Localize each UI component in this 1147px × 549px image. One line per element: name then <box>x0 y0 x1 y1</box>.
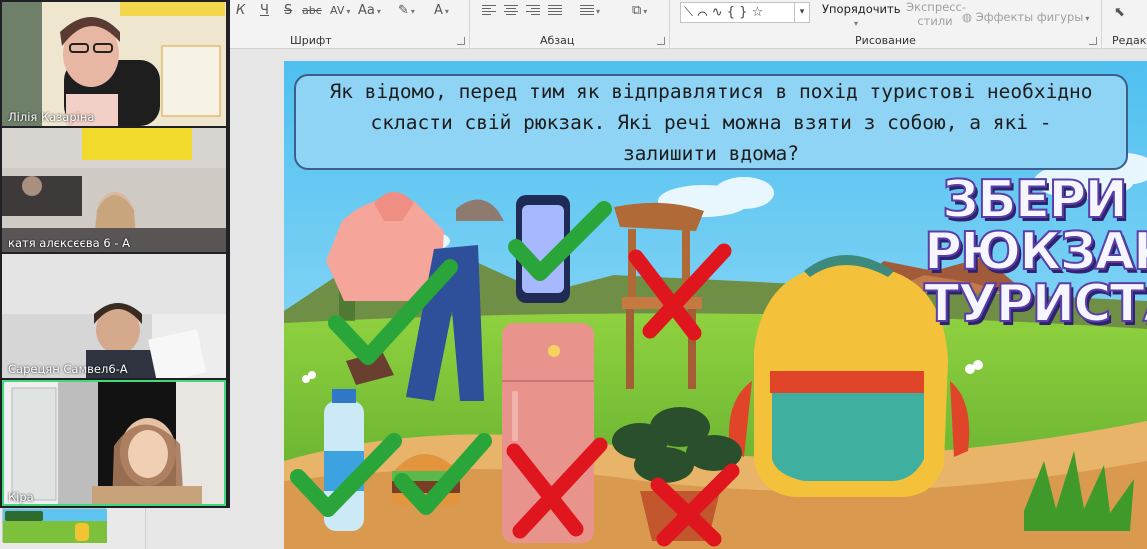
participant-video <box>2 2 226 126</box>
shape-arc-icon[interactable]: ⌒ <box>697 5 707 20</box>
align-right-icon <box>526 4 540 17</box>
align-right-button[interactable] <box>526 2 540 20</box>
shape-brace-right-icon[interactable]: } <box>739 5 747 20</box>
font-group-label: Шрифт <box>290 34 332 47</box>
shape-star-icon[interactable]: ☆ <box>752 5 764 20</box>
video-call-panel: Лілія Казаріна катя алєксєєва 6 - А Саре… <box>0 0 230 508</box>
participant-name: Сарецян Самвел6-А <box>8 362 128 376</box>
select-cursor-icon[interactable]: ⬉ <box>1114 4 1125 22</box>
drawing-group-label: Рисование <box>855 34 916 47</box>
align-left-icon <box>482 4 496 17</box>
italic-button[interactable]: К <box>236 2 245 20</box>
shape-effects-label: Эффекты фигуры <box>975 10 1084 24</box>
align-center-button[interactable] <box>504 2 518 20</box>
shadow-button[interactable]: abc <box>302 2 322 20</box>
paragraph-dialog-launcher-icon[interactable] <box>657 37 665 45</box>
slide-title[interactable]: ЗБЕРИ РЮКЗАК ТУРИСТА <box>923 170 1147 334</box>
smartart-button[interactable]: ⧉ ▾ <box>632 2 647 20</box>
question-text: Як відомо, перед тим як відправлятися в … <box>329 79 1093 165</box>
slide-thumbnail[interactable] <box>2 508 107 543</box>
participant-tile[interactable]: катя алєксєєва 6 - А <box>2 128 226 252</box>
shape-effects-icon: ◍ <box>962 10 973 24</box>
paragraph-group: ▾ ⧉ ▾ Абзац <box>470 0 670 49</box>
justify-button[interactable] <box>548 2 562 20</box>
gallery-more-icon[interactable]: ▾ <box>794 3 809 22</box>
participant-video <box>2 254 226 378</box>
font-dialog-launcher-icon[interactable] <box>457 37 465 45</box>
char-spacing-label: AV <box>330 4 345 17</box>
slide-title-line: ЗБЕРИ <box>941 170 1129 230</box>
underline-button[interactable]: Ч <box>260 2 269 20</box>
shape-brace-left-icon[interactable]: { <box>727 5 735 20</box>
slide-canvas[interactable]: Як відомо, перед тим як відправлятися в … <box>284 61 1147 549</box>
shapes-gallery[interactable]: ⟍ ⌒ ∿ { } ☆ ▾ <box>680 2 810 23</box>
participant-tile[interactable]: Сарецян Самвел6-А <box>2 254 226 378</box>
change-case-button[interactable]: Aa ▾ <box>358 2 381 20</box>
participant-video <box>2 380 226 506</box>
participant-name: Лілія Казаріна <box>8 110 95 124</box>
participant-name: Кіра <box>8 490 34 504</box>
question-textbox[interactable]: Як відомо, перед тим як відправлятися в … <box>294 74 1128 170</box>
slide-title-line: ТУРИСТА <box>923 274 1147 334</box>
columns-button[interactable]: ▾ <box>580 2 600 20</box>
quick-styles-button[interactable]: Экспресс- стили <box>906 0 966 28</box>
highlighter-icon: ✎ <box>398 3 409 18</box>
slide-thumbnail-preview <box>3 509 107 543</box>
chevron-down-icon: ▾ <box>346 7 351 16</box>
strikethrough-button[interactable]: S <box>284 2 292 20</box>
participant-tile[interactable]: Лілія Казаріна <box>2 2 226 126</box>
participant-name: катя алєксєєва 6 - А <box>8 236 130 250</box>
font-group: К Ч S abc AV ▾ Aa ▾ ✎ ▾ A ▾ Шрифт <box>230 0 470 49</box>
columns-icon <box>580 4 594 17</box>
app-window: К Ч S abc AV ▾ Aa ▾ ✎ ▾ A ▾ Шрифт ▾ ⧉ ▾ Абзац… <box>0 0 1147 549</box>
chevron-down-icon: ▾ <box>596 7 601 16</box>
chevron-down-icon: ▾ <box>854 19 859 28</box>
chevron-down-icon: ▾ <box>444 7 449 16</box>
editing-group: ⬉ Редакт <box>1102 0 1147 49</box>
participant-video <box>2 128 226 252</box>
chevron-down-icon: ▾ <box>410 7 415 16</box>
smartart-icon: ⧉ <box>632 3 642 18</box>
align-left-button[interactable] <box>482 2 496 20</box>
chevron-down-icon: ▾ <box>643 7 648 16</box>
slide-thumbnail-pane <box>0 508 146 549</box>
highlight-button[interactable]: ✎ ▾ <box>398 2 415 20</box>
change-case-label: Aa <box>358 3 375 18</box>
participant-tile-speaking[interactable]: Кіра <box>2 380 226 506</box>
justify-icon <box>548 4 562 17</box>
slide-title-line: РЮКЗАК <box>923 222 1147 282</box>
shape-effects-button[interactable]: ◍ Эффекты фигуры ▾ <box>962 8 1089 26</box>
shape-line-icon[interactable]: ⟍ <box>684 5 693 20</box>
paragraph-group-label: Абзац <box>540 34 575 47</box>
editing-group-label: Редакт <box>1112 34 1147 47</box>
font-color-label: A <box>434 3 443 18</box>
char-spacing-button[interactable]: AV ▾ <box>330 2 350 20</box>
arrange-button[interactable]: Упорядочить <box>822 0 901 18</box>
shape-curve-icon[interactable]: ∿ <box>712 5 723 20</box>
align-center-icon <box>504 4 518 17</box>
drawing-group: ⟍ ⌒ ∿ { } ☆ ▾ Упорядочить ▾ Экспресс- ст… <box>670 0 1102 49</box>
chevron-down-icon: ▾ <box>376 7 381 16</box>
chevron-down-icon: ▾ <box>1085 14 1090 23</box>
font-color-button[interactable]: A ▾ <box>434 2 449 20</box>
drawing-dialog-launcher-icon[interactable] <box>1089 37 1097 45</box>
